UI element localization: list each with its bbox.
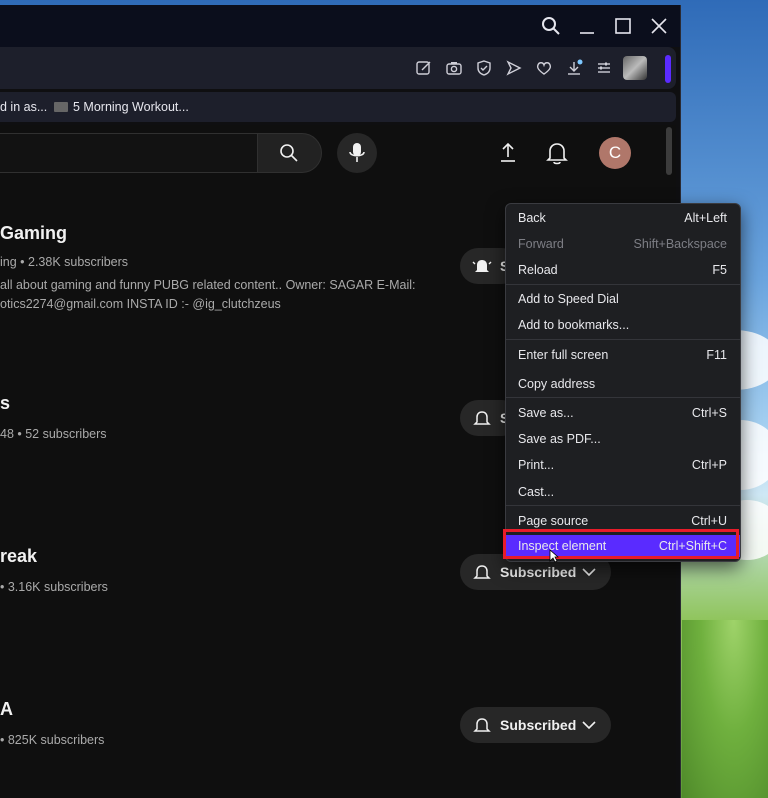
chevron-down-icon	[582, 721, 596, 730]
channel-name[interactable]: Gaming	[0, 223, 67, 244]
minimize-icon[interactable]	[576, 15, 598, 37]
menu-item-full-screen[interactable]: Enter full screen F11	[506, 344, 740, 366]
send-icon[interactable]	[505, 59, 523, 77]
menu-item-copy-address[interactable]: Copy address	[506, 373, 740, 395]
edit-icon[interactable]	[415, 59, 433, 77]
menu-item-label: Save as PDF...	[518, 432, 601, 446]
search-tabs-icon[interactable]	[540, 15, 562, 37]
channel-name[interactable]: reak	[0, 546, 37, 567]
settings-sliders-icon[interactable]	[595, 59, 613, 77]
menu-item-back[interactable]: Back Alt+Left	[506, 207, 740, 229]
menu-separator	[506, 505, 740, 506]
bookmark-item[interactable]: 5 Morning Workout...	[73, 100, 189, 114]
search-button[interactable]	[257, 133, 322, 173]
scrollbar[interactable]	[666, 127, 672, 175]
menu-item-shortcut: Alt+Left	[684, 211, 727, 225]
menu-item-add-to-speed-dial[interactable]: Add to Speed Dial	[506, 288, 740, 310]
bell-icon	[473, 718, 491, 732]
menu-item-label: Add to Speed Dial	[518, 292, 619, 306]
microphone-icon	[349, 143, 365, 162]
menu-item-label: Forward	[518, 237, 564, 251]
menu-separator	[506, 284, 740, 285]
menu-item-cast[interactable]: Cast...	[506, 481, 740, 503]
menu-item-label: Print...	[518, 458, 555, 472]
search-input[interactable]	[0, 133, 259, 173]
channel-meta: • 825K subscribers	[0, 733, 105, 747]
channel-meta: 48 • 52 subscribers	[0, 427, 107, 441]
channel-name[interactable]: s	[0, 393, 10, 414]
menu-item-label: Enter full screen	[518, 348, 609, 362]
menu-item-shortcut: Shift+Backspace	[633, 237, 727, 251]
menu-item-label: Cast...	[518, 485, 555, 499]
context-menu: Back Alt+Left Forward Shift+Backspace Relo…	[505, 203, 741, 562]
menu-item-label: Page source	[518, 514, 589, 528]
channel-description: all about gaming and funny PUBG related …	[0, 276, 420, 314]
bookmark-item[interactable]: d in as...	[0, 100, 47, 114]
description-line: all about gaming and funny PUBG related …	[0, 278, 416, 292]
menu-separator	[506, 397, 740, 398]
subscribed-button[interactable]: Subscribed	[460, 707, 611, 743]
subscribed-label: Subscribed	[500, 717, 577, 733]
close-icon[interactable]	[648, 15, 670, 37]
bookmark-favicon-icon	[54, 102, 68, 112]
title-bar	[0, 5, 680, 47]
menu-item-save-as[interactable]: Save as... Ctrl+S	[506, 402, 740, 424]
menu-item-reload[interactable]: Reload F5	[506, 259, 740, 281]
subscribed-label: Subscribed	[500, 564, 577, 580]
menu-item-print[interactable]: Print... Ctrl+P	[506, 454, 740, 476]
search-icon	[280, 144, 298, 162]
heart-icon[interactable]	[535, 59, 553, 77]
menu-item-label: Reload	[518, 263, 558, 277]
channel-name[interactable]: A	[0, 699, 13, 720]
sidebar-toggle[interactable]	[665, 55, 671, 83]
menu-item-shortcut: F11	[706, 348, 727, 362]
notifications-bell-icon[interactable]	[543, 139, 571, 167]
maximize-icon[interactable]	[612, 15, 634, 37]
voice-search-button[interactable]	[337, 133, 377, 173]
grass-hill	[682, 620, 768, 798]
menu-item-label: Add to bookmarks...	[518, 318, 630, 332]
bell-ringing-icon	[472, 260, 492, 272]
mouse-cursor-icon	[549, 549, 559, 563]
bookmarks-bar: d in as... 5 Morning Workout...	[0, 92, 676, 122]
chevron-down-icon	[582, 568, 596, 577]
menu-item-label: Copy address	[518, 377, 596, 391]
bell-icon	[473, 565, 491, 579]
account-avatar[interactable]: C	[599, 137, 631, 169]
channel-meta: • 3.16K subscribers	[0, 580, 108, 594]
menu-item-label: Save as...	[518, 406, 574, 420]
bell-icon	[473, 411, 491, 425]
menu-separator	[506, 339, 740, 340]
menu-item-save-as-pdf[interactable]: Save as PDF...	[506, 428, 740, 450]
menu-item-shortcut: Ctrl+S	[691, 406, 727, 420]
profile-avatar-icon[interactable]	[623, 56, 647, 80]
camera-icon[interactable]	[445, 59, 463, 77]
menu-item-shortcut: Ctrl+P	[691, 458, 727, 472]
menu-item-shortcut: F5	[712, 263, 727, 277]
download-icon[interactable]	[565, 59, 583, 77]
menu-item-add-to-bookmarks[interactable]: Add to bookmarks...	[506, 314, 740, 336]
upload-icon[interactable]	[494, 139, 522, 167]
shield-icon[interactable]	[475, 59, 493, 77]
description-line: otics2274@gmail.com INSTA ID :- @ig_clut…	[0, 297, 281, 311]
annotation-highlight-box	[503, 529, 739, 559]
channel-meta: ing • 2.38K subscribers	[0, 255, 129, 269]
menu-item-label: Back	[518, 211, 546, 225]
menu-item-shortcut: Ctrl+U	[691, 514, 727, 528]
address-toolbar	[0, 47, 676, 89]
menu-item-forward[interactable]: Forward Shift+Backspace	[506, 233, 740, 255]
